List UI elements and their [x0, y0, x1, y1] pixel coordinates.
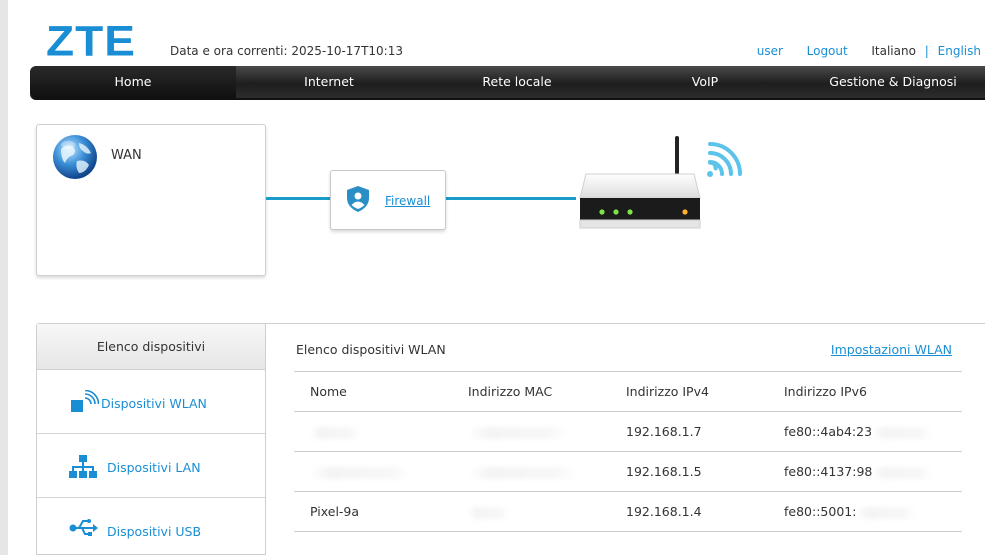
column-header-name: Nome — [294, 371, 452, 412]
current-datetime: Data e ora correnti: 2025-10-17T10:13 — [170, 44, 403, 58]
nav-rete-locale[interactable]: Rete locale — [422, 66, 612, 98]
logout-link[interactable]: Logout — [807, 44, 848, 58]
shield-user-icon — [347, 186, 369, 212]
sidebar-item-usb-devices[interactable]: Dispositivi USB — [37, 498, 265, 555]
language-separator: | — [924, 44, 929, 58]
nav-gestione-diagnosi[interactable]: Gestione & Diagnosi — [798, 66, 985, 98]
wlan-settings-link[interactable]: Impostazioni WLAN — [831, 342, 952, 357]
cell-name: Pixel-9a — [294, 491, 452, 532]
column-header-ipv4: Indirizzo IPv4 — [610, 371, 768, 412]
wlan-device-panel: Elenco dispositivi WLAN Impostazioni WLA… — [266, 323, 985, 555]
globe-icon — [53, 135, 97, 179]
zte-logo[interactable]: ZTE — [46, 16, 136, 66]
column-header-ipv6: Indirizzo IPv6 — [768, 371, 962, 412]
router-icon[interactable] — [568, 132, 753, 232]
sidebar-item-label: Dispositivi LAN — [107, 460, 201, 475]
top-links: user Logout Italiano | English — [757, 44, 981, 58]
cell-ipv4: 192.168.1.4 — [610, 491, 768, 532]
language-italian: Italiano — [871, 44, 916, 58]
usb-icon — [69, 519, 98, 536]
cell-mac — [452, 411, 610, 452]
nav-internet[interactable]: Internet — [236, 66, 422, 98]
wan-label: WAN — [111, 148, 142, 163]
column-header-mac: Indirizzo MAC — [452, 371, 610, 412]
cell-name — [294, 411, 452, 452]
main-nav: Home Internet Rete locale VoIP Gestione … — [30, 66, 985, 100]
sidebar-item-lan-devices[interactable]: Dispositivi LAN — [37, 434, 265, 498]
sidebar-item-wlan-devices[interactable]: Dispositivi WLAN — [37, 370, 265, 434]
firewall-link[interactable]: Firewall — [385, 194, 430, 208]
cell-ipv6: fe80::4137:98 — [768, 451, 962, 492]
device-list-sidebar: Elenco dispositivi Dispositivi WLAN Disp… — [36, 323, 266, 555]
table-header-row: Nome Indirizzo MAC Indirizzo IPv4 Indiri… — [294, 371, 962, 412]
connection-line-firewall-router — [446, 197, 576, 200]
cell-ipv6: fe80::5001: — [768, 491, 962, 532]
cell-mac — [452, 451, 610, 492]
panel-title: Elenco dispositivi WLAN — [296, 342, 446, 357]
sidebar-item-label: Dispositivi USB — [107, 524, 202, 539]
cell-mac — [452, 491, 610, 532]
sidebar-item-label: Dispositivi WLAN — [101, 396, 207, 411]
cell-ipv4: 192.168.1.7 — [610, 411, 768, 452]
wan-card: WAN — [36, 124, 266, 276]
nav-home[interactable]: Home — [30, 66, 236, 98]
connection-line-wan-firewall — [266, 197, 330, 200]
wifi-device-icon — [71, 390, 99, 412]
table-row[interactable]: 192.168.1.5 fe80::4137:98 — [294, 451, 962, 492]
cell-ipv6: fe80::4ab4:23 — [768, 411, 962, 452]
page: ZTE Data e ora correnti: 2025-10-17T10:1… — [0, 0, 985, 555]
cell-name — [294, 451, 452, 492]
user-link[interactable]: user — [757, 44, 783, 58]
lan-network-icon — [69, 455, 97, 478]
wlan-device-table: Nome Indirizzo MAC Indirizzo IPv4 Indiri… — [294, 371, 962, 532]
table-row[interactable]: 192.168.1.7 fe80::4ab4:23 — [294, 411, 962, 452]
nav-voip[interactable]: VoIP — [612, 66, 798, 98]
language-english-link[interactable]: English — [938, 44, 981, 58]
firewall-card: Firewall — [330, 170, 446, 230]
sidebar-title: Elenco dispositivi — [37, 324, 265, 370]
table-row[interactable]: Pixel-9a 192.168.1.4 fe80::5001: — [294, 491, 962, 532]
cell-ipv4: 192.168.1.5 — [610, 451, 768, 492]
